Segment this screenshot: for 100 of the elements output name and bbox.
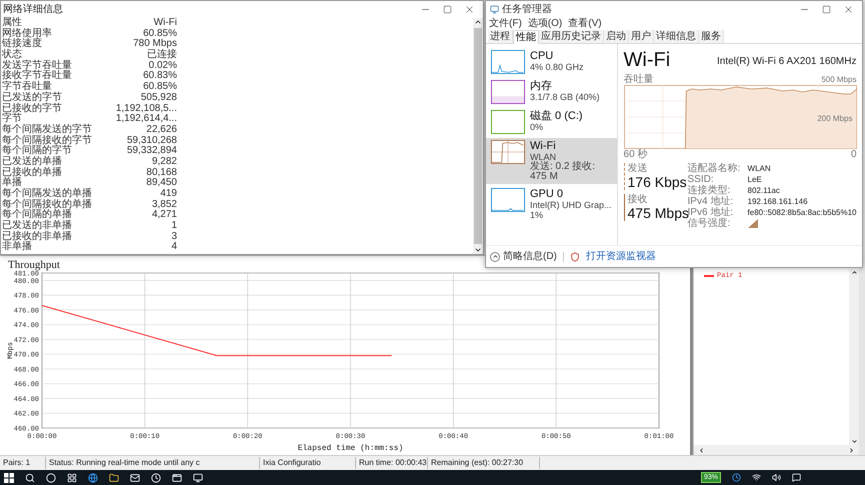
device-detail: 发送: 0.2 接收: 475 M xyxy=(530,162,596,182)
tab[interactable]: 详细信息 xyxy=(654,30,699,43)
menu-item[interactable]: 文件(F) xyxy=(489,18,522,30)
device-item[interactable]: 磁盘 0 (C:) 0% xyxy=(486,108,617,136)
device-name: 内存 xyxy=(530,80,553,92)
property-value: 0.02% xyxy=(148,60,177,71)
stat-value: 475 Mbps xyxy=(628,205,688,221)
maximize-icon[interactable] xyxy=(822,5,831,14)
wifi-icon[interactable] xyxy=(752,473,761,482)
property-name: 适配器名称: xyxy=(688,163,742,174)
property-name: 网络使用率 xyxy=(1,28,53,39)
property-value: 192.168.161.146 xyxy=(748,196,808,207)
scroll-up-icon[interactable] xyxy=(850,269,858,276)
search-icon[interactable] xyxy=(25,472,35,482)
property-name: 非单播 xyxy=(1,242,33,254)
property-value: 1 xyxy=(170,221,177,232)
window-title: 任务管理器 xyxy=(502,3,552,17)
graph-time-label: 0 xyxy=(850,149,856,161)
column-header[interactable]: Wi-Fi xyxy=(97,18,177,29)
property-name: SSID: xyxy=(688,174,714,185)
close-icon[interactable] xyxy=(464,4,475,15)
signal-strength-icon xyxy=(748,219,758,228)
property-name: 状态 xyxy=(1,50,22,60)
device-detail: 4% 0.80 GHz xyxy=(530,62,584,72)
property-value: fe80::5082:8b5a:8ac:b5b5%10 xyxy=(748,207,856,218)
device-item[interactable]: Wi-Fi WLAN 发送: 0.2 接收: 475 M xyxy=(486,138,617,184)
tab[interactable]: 启动 xyxy=(604,30,629,43)
clock-icon[interactable] xyxy=(732,473,741,482)
globe-icon[interactable] xyxy=(88,472,98,482)
stat-value: 176 Kbps xyxy=(628,174,688,190)
tab[interactable]: 应用历史记录 xyxy=(539,30,604,43)
circle-icon[interactable] xyxy=(46,472,56,482)
property-name: 每个间隔发送的单播 xyxy=(1,189,93,199)
property-name: 链接速度 xyxy=(1,39,43,50)
scroll-right-icon[interactable] xyxy=(848,446,855,454)
status-text: Status: Running real-time mode until any c xyxy=(46,457,260,469)
graph-thumbnail xyxy=(491,110,525,134)
fewer-details-button[interactable]: 简略信息(D) xyxy=(490,249,557,264)
device-title: Wi-Fi xyxy=(624,48,670,72)
scroll-left-icon[interactable] xyxy=(698,446,705,454)
maximize-icon[interactable] xyxy=(443,5,452,14)
tab[interactable]: 性能 xyxy=(513,30,539,44)
scrollbar[interactable] xyxy=(473,18,483,254)
graph-thumbnail xyxy=(491,80,525,104)
monitor-icon[interactable] xyxy=(193,472,203,482)
property-name: 已发送的单播 xyxy=(1,156,63,167)
scrollbar[interactable] xyxy=(694,445,859,455)
menu-item[interactable]: 查看(V) xyxy=(568,18,602,30)
property-name: 发送字节吞吐量 xyxy=(1,60,73,71)
device-item[interactable]: CPU 4% 0.80 GHz xyxy=(486,48,617,76)
property-value: 22,626 xyxy=(145,124,177,136)
property-value: WLAN xyxy=(748,163,771,174)
tab[interactable]: 服务 xyxy=(699,30,724,43)
status-text: Ixia Configuratio xyxy=(260,457,356,469)
collapse-icon xyxy=(490,252,500,262)
property-name: 字节 xyxy=(1,114,22,124)
graph-max-label: 500 Mbps xyxy=(821,74,856,85)
property-value: 4,271 xyxy=(150,210,177,221)
property-value: 80,168 xyxy=(145,168,177,178)
device-item[interactable]: GPU 0 Intel(R) UHD Grap... 1% xyxy=(486,186,617,222)
windows-logo-icon[interactable] xyxy=(4,472,14,482)
property-value: 4 xyxy=(170,242,177,254)
property-name: 每个间隔接收的字节 xyxy=(1,136,93,146)
property-value: 419 xyxy=(159,189,177,200)
window-icon[interactable] xyxy=(172,472,182,482)
device-detail: 1% xyxy=(530,210,544,220)
stat-label: 发送 xyxy=(628,163,649,174)
resource-monitor-link[interactable]: 打开资源监视器 xyxy=(586,249,656,264)
scroll-up-icon[interactable] xyxy=(474,18,482,26)
device-name: Wi-Fi xyxy=(530,140,557,152)
tab[interactable]: 进程 xyxy=(488,30,513,43)
scrollbar[interactable] xyxy=(849,269,859,445)
column-header[interactable]: 属性 xyxy=(1,18,97,29)
property-name: 已接收的非单播 xyxy=(1,232,73,242)
scroll-down-icon[interactable] xyxy=(474,246,482,254)
menu-item[interactable]: 选项(O) xyxy=(528,18,562,30)
device-name: CPU xyxy=(530,50,554,62)
device-item[interactable]: 内存 3.1/7.8 GB (40%) xyxy=(486,78,617,106)
property-name: IPv4 地址: xyxy=(688,196,734,207)
property-value: 59,310,268 xyxy=(126,136,177,146)
task-view-icon[interactable] xyxy=(67,472,77,482)
property-name: 每个间隔的单播 xyxy=(1,210,73,220)
scroll-down-icon[interactable] xyxy=(850,438,858,445)
property-name: 每个间隔接收的单播 xyxy=(1,200,93,210)
tab[interactable]: 用户 xyxy=(629,30,654,43)
folder-icon[interactable] xyxy=(109,472,119,482)
resource-monitor-icon xyxy=(570,252,580,262)
notification-icon[interactable] xyxy=(792,473,801,482)
property-name: 单播 xyxy=(1,178,22,188)
mail-icon[interactable] xyxy=(130,472,140,482)
property-value: 3,852 xyxy=(150,200,177,210)
close-icon[interactable] xyxy=(843,4,854,15)
device-name: 磁盘 0 (C:) xyxy=(530,110,583,122)
volume-icon[interactable] xyxy=(772,473,781,482)
graph-thumbnail xyxy=(491,50,525,74)
property-name: 字节吞吐量 xyxy=(1,82,52,92)
adapter-name: Intel(R) Wi-Fi 6 AX201 160MHz xyxy=(717,55,856,69)
property-name: 信号强度: xyxy=(688,218,732,229)
status-text: Pairs: 1 xyxy=(0,457,46,469)
property-name: 已接收的字节 xyxy=(1,104,63,114)
